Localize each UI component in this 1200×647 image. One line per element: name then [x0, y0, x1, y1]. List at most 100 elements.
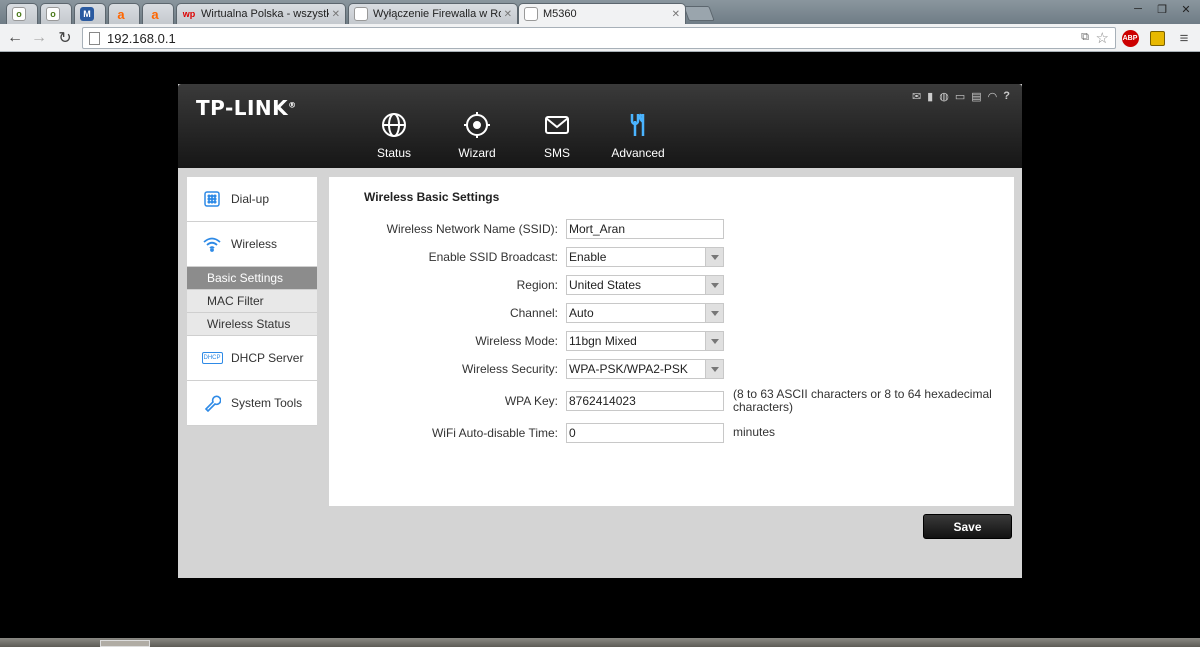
browser-tab-strip: o o M a a wp Wirtualna Polska - wszystk …	[0, 0, 1200, 24]
close-icon[interactable]: ✕	[504, 9, 512, 20]
globe-icon: ◍	[939, 91, 949, 103]
region-row: Region: United States	[329, 275, 1014, 295]
sidebar-subitem-basic-settings[interactable]: Basic Settings	[187, 267, 317, 290]
sidebar-subitem-wireless-status[interactable]: Wireless Status	[187, 313, 317, 336]
broadcast-select[interactable]: Enable	[566, 247, 724, 267]
browser-tab[interactable]: o	[6, 3, 38, 24]
nav-label: Wizard	[458, 146, 496, 160]
battery-icon: ▭	[954, 91, 966, 103]
tab-title: Wyłączenie Firewalla w Ro	[373, 8, 501, 20]
wpa-key-input[interactable]: 8762414023	[566, 391, 724, 411]
nav-status[interactable]: Status	[354, 110, 434, 160]
chevron-down-icon	[705, 332, 723, 350]
chevron-down-icon	[705, 276, 723, 294]
sidebar-item-wireless[interactable]: Wireless	[187, 222, 317, 267]
channel-label: Channel:	[509, 306, 558, 320]
nav-label: Advanced	[611, 146, 665, 160]
menu-icon[interactable]: ≡	[1174, 28, 1194, 48]
nav-advanced[interactable]: Advanced	[598, 110, 678, 160]
browser-tab[interactable]: o	[40, 3, 72, 24]
channel-select[interactable]: Auto	[566, 303, 724, 323]
region-label: Region:	[516, 278, 558, 292]
sidebar-item-label: DHCP Server	[231, 351, 304, 365]
mode-select[interactable]: 11bgn Mixed	[566, 331, 724, 351]
browser-tab[interactable]: a	[108, 3, 140, 24]
ssid-row: Wireless Network Name (SSID): Mort_Aran	[329, 219, 1014, 239]
wp-icon: wp	[182, 9, 196, 19]
chevron-down-icon	[705, 360, 723, 378]
ssid-input[interactable]: Mort_Aran	[566, 219, 724, 239]
reload-icon[interactable]: ↻	[54, 27, 76, 49]
extension-icon[interactable]	[1147, 28, 1167, 48]
tp-link-logo: TP-LINK®	[196, 96, 297, 120]
taskbar-button[interactable]	[100, 640, 150, 647]
sidebar-item-label: System Tools	[231, 396, 303, 410]
dialpad-icon	[202, 191, 222, 207]
wpa-key-label: WPA Key:	[504, 394, 558, 408]
nav-wizard[interactable]: Wizard	[437, 110, 517, 160]
browser-tab-active[interactable]: M5360 ✕	[518, 3, 686, 24]
minimize-icon[interactable]: ─	[1126, 0, 1150, 18]
router-admin-panel: TP-LINK® ✉ ▮ ◍ ▭ ▤ ◠ ? Status Wizard SMS…	[178, 84, 1022, 578]
bookmark-star-icon[interactable]: ☆	[1096, 29, 1109, 47]
new-tab-button[interactable]	[683, 6, 715, 21]
sidebar: Dial-up Wireless Basic Settings MAC Filt…	[187, 177, 317, 426]
dhcp-icon: DHCP	[201, 352, 223, 364]
autodisable-input[interactable]: 0	[566, 423, 724, 443]
close-icon[interactable]: ✕	[332, 9, 340, 20]
olx-icon: o	[46, 7, 60, 21]
olx-icon: o	[12, 7, 26, 21]
mail-icon: M	[80, 7, 94, 21]
settings-panel: Wireless Basic Settings Wireless Network…	[329, 177, 1014, 506]
security-label: Wireless Security:	[461, 362, 558, 376]
sidebar-item-label: Dial-up	[231, 192, 270, 206]
sidebar-item-dhcp[interactable]: DHCP DHCP Server	[187, 336, 317, 381]
nav-sms[interactable]: SMS	[517, 110, 597, 160]
page-icon	[524, 7, 538, 21]
region-select[interactable]: United States	[566, 275, 724, 295]
tab-title: Wirtualna Polska - wszystk	[201, 8, 329, 20]
browser-tab[interactable]: a	[142, 3, 174, 24]
wrench-icon	[202, 394, 222, 412]
sidebar-item-label: Wireless	[231, 237, 278, 251]
broadcast-row: Enable SSID Broadcast: Enable	[329, 247, 1014, 267]
save-button[interactable]: Save	[923, 514, 1012, 539]
envelope-icon	[542, 110, 572, 140]
browser-tab[interactable]: wp Wirtualna Polska - wszystk ✕	[176, 3, 346, 24]
wpa-key-hint: (8 to 63 ASCII characters or 8 to 64 hex…	[733, 387, 992, 414]
browser-toolbar: ← → ↻ 192.168.0.1 ⧉ ☆ ABP ≡	[0, 24, 1200, 52]
wpa-key-row: WPA Key: 8762414023 (8 to 63 ASCII chara…	[329, 387, 1014, 414]
forward-arrow-icon[interactable]: →	[28, 27, 50, 49]
browser-tab[interactable]: Wyłączenie Firewalla w Ro ✕	[348, 3, 518, 24]
help-icon[interactable]: ?	[1003, 90, 1010, 103]
mode-label: Wireless Mode:	[475, 334, 558, 348]
tools-icon	[623, 110, 653, 140]
security-select[interactable]: WPA-PSK/WPA2-PSK	[566, 359, 724, 379]
autodisable-label: WiFi Auto-disable Time:	[431, 426, 558, 440]
router-header: TP-LINK® ✉ ▮ ◍ ▭ ▤ ◠ ? Status Wizard SMS…	[178, 84, 1022, 168]
chevron-down-icon	[705, 304, 723, 322]
restore-icon[interactable]: ❐	[1150, 0, 1174, 18]
envelope-icon: ✉	[911, 91, 922, 103]
wifi-icon: ◠	[987, 91, 998, 103]
adblock-icon[interactable]: ABP	[1120, 28, 1140, 48]
translate-icon[interactable]: ⧉	[1081, 31, 1089, 44]
tab-title: M5360	[543, 8, 577, 20]
close-icon[interactable]: ✕	[672, 9, 680, 20]
address-bar[interactable]: 192.168.0.1 ⧉ ☆	[82, 27, 1116, 49]
allegro-icon: a	[117, 6, 125, 22]
page-icon	[89, 31, 100, 45]
compass-icon	[462, 110, 492, 140]
taskbar	[0, 638, 1200, 647]
browser-tab[interactable]: M	[74, 3, 106, 24]
sidebar-item-dialup[interactable]: Dial-up	[187, 177, 317, 222]
url-text: 192.168.0.1	[107, 30, 176, 46]
mode-row: Wireless Mode: 11bgn Mixed	[329, 331, 1014, 351]
status-icons: ✉ ▮ ◍ ▭ ▤ ◠ ?	[912, 90, 1010, 103]
security-row: Wireless Security: WPA-PSK/WPA2-PSK	[329, 359, 1014, 379]
window-close-icon[interactable]: ✕	[1174, 0, 1198, 18]
back-arrow-icon[interactable]: ←	[4, 27, 26, 49]
sidebar-subitem-mac-filter[interactable]: MAC Filter	[187, 290, 317, 313]
allegro-icon: a	[151, 6, 159, 22]
sidebar-item-system-tools[interactable]: System Tools	[187, 381, 317, 426]
